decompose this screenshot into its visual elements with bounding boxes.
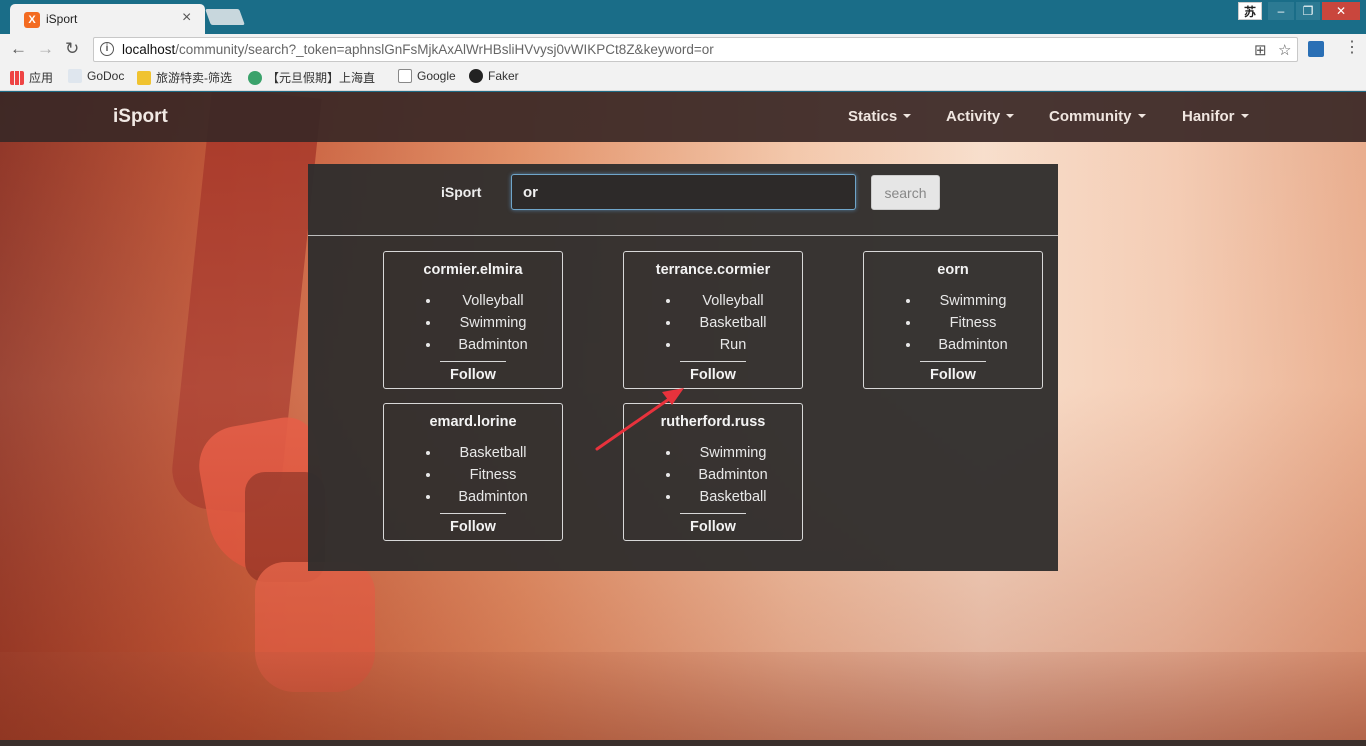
bookmark-holiday[interactable]: 【元旦假期】上海直 bbox=[248, 69, 375, 86]
xampp-favicon-icon: X bbox=[24, 12, 40, 28]
site-brand[interactable]: iSport bbox=[113, 106, 168, 128]
site-navbar: iSport Statics Activity Community Hanifo… bbox=[0, 92, 1366, 142]
forward-arrow-icon[interactable]: → bbox=[37, 39, 54, 59]
caret-down-icon bbox=[903, 114, 912, 118]
user-name[interactable]: cormier.elmira bbox=[384, 262, 562, 278]
user-name[interactable]: emard.lorine bbox=[384, 414, 562, 430]
new-tab-button[interactable] bbox=[205, 9, 245, 25]
sport-item: Swimming bbox=[384, 312, 562, 334]
sport-item: Swimming bbox=[864, 290, 1042, 312]
caret-down-icon bbox=[1240, 114, 1249, 118]
sport-list: Swimming Fitness Badminton bbox=[864, 290, 1042, 356]
sport-item: Run bbox=[624, 334, 802, 356]
tab-close-icon[interactable]: × bbox=[182, 9, 191, 27]
follow-button[interactable]: Follow bbox=[384, 367, 562, 383]
card-divider bbox=[680, 361, 746, 362]
search-brand-label: iSport bbox=[441, 184, 482, 200]
site-info-icon[interactable]: i bbox=[100, 42, 114, 56]
bookmark-google[interactable]: Google bbox=[398, 69, 456, 83]
godoc-icon bbox=[68, 69, 82, 83]
back-arrow-icon[interactable]: ← bbox=[10, 39, 27, 59]
nav-activity[interactable]: Activity bbox=[946, 108, 1015, 125]
user-name[interactable]: rutherford.russ bbox=[624, 414, 802, 430]
tab-title: iSport bbox=[46, 12, 78, 26]
sport-list: Volleyball Swimming Badminton bbox=[384, 290, 562, 356]
browser-toolbar: ← → ↻ i localhost/community/search?_toke… bbox=[0, 34, 1366, 64]
card-divider bbox=[440, 513, 506, 514]
restore-icon[interactable]: ❐ bbox=[1296, 2, 1320, 20]
travel-icon bbox=[137, 71, 151, 85]
follow-button[interactable]: Follow bbox=[864, 367, 1042, 383]
sport-item: Basketball bbox=[384, 442, 562, 464]
sport-item: Volleyball bbox=[624, 290, 802, 312]
nav-statics[interactable]: Statics bbox=[848, 108, 912, 125]
holiday-icon bbox=[248, 71, 262, 85]
nav-hanifor[interactable]: Hanifor bbox=[1182, 108, 1249, 125]
address-bar[interactable]: i localhost/community/search?_token=aphn… bbox=[93, 37, 1298, 62]
sport-item: Basketball bbox=[624, 312, 802, 334]
browser-menu-icon[interactable]: ⋮ bbox=[1344, 38, 1360, 58]
keyword-search-input[interactable] bbox=[511, 174, 856, 210]
sport-item: Fitness bbox=[384, 464, 562, 486]
sport-list: Volleyball Basketball Run bbox=[624, 290, 802, 356]
sport-list: Swimming Badminton Basketball bbox=[624, 442, 802, 508]
user-name[interactable]: eorn bbox=[864, 262, 1042, 278]
panel-divider bbox=[308, 235, 1058, 236]
minimize-icon[interactable]: – bbox=[1268, 2, 1294, 20]
bookmark-apps[interactable]: 应用 bbox=[10, 69, 53, 86]
user-card: rutherford.russ Swimming Badminton Baske… bbox=[623, 403, 803, 541]
follow-button[interactable]: Follow bbox=[624, 367, 802, 383]
translate-icon[interactable]: ⊞ bbox=[1254, 41, 1267, 59]
follow-button[interactable]: Follow bbox=[624, 519, 802, 535]
sport-list: Basketball Fitness Badminton bbox=[384, 442, 562, 508]
page-icon bbox=[398, 69, 412, 83]
bookmarks-bar: 应用 GoDoc 旅游特卖-筛选 【元旦假期】上海直 Google Faker bbox=[0, 64, 1366, 91]
bookmark-faker[interactable]: Faker bbox=[469, 69, 519, 83]
ime-indicator[interactable]: 苏 bbox=[1238, 2, 1262, 20]
browser-tabstrip: X iSport × 苏 – ❐ ✕ bbox=[0, 0, 1366, 34]
extension-icon[interactable] bbox=[1308, 41, 1324, 57]
card-divider bbox=[440, 361, 506, 362]
search-panel: iSport search cormier.elmira Volleyball … bbox=[308, 164, 1058, 571]
caret-down-icon bbox=[1006, 114, 1015, 118]
browser-tab[interactable]: X iSport × bbox=[10, 4, 205, 34]
sport-item: Badminton bbox=[864, 334, 1042, 356]
sport-item: Badminton bbox=[384, 334, 562, 356]
user-card: terrance.cormier Volleyball Basketball R… bbox=[623, 251, 803, 389]
url-text: localhost/community/search?_token=aphnsl… bbox=[122, 42, 714, 57]
sport-item: Badminton bbox=[384, 486, 562, 508]
bookmark-godoc[interactable]: GoDoc bbox=[68, 69, 124, 83]
caret-down-icon bbox=[1137, 114, 1146, 118]
github-icon bbox=[469, 69, 483, 83]
taskbar-strip bbox=[0, 740, 1366, 746]
apps-grid-icon bbox=[10, 71, 24, 85]
sport-item: Fitness bbox=[864, 312, 1042, 334]
window-close-icon[interactable]: ✕ bbox=[1322, 2, 1360, 20]
reload-icon[interactable]: ↻ bbox=[65, 39, 79, 59]
page-viewport: iSport Statics Activity Community Hanifo… bbox=[0, 92, 1366, 746]
card-divider bbox=[920, 361, 986, 362]
bookmark-star-icon[interactable]: ☆ bbox=[1278, 41, 1291, 59]
nav-community[interactable]: Community bbox=[1049, 108, 1146, 125]
user-name[interactable]: terrance.cormier bbox=[624, 262, 802, 278]
bookmark-travel[interactable]: 旅游特卖-筛选 bbox=[137, 69, 232, 86]
sport-item: Basketball bbox=[624, 486, 802, 508]
user-card: eorn Swimming Fitness Badminton Follow bbox=[863, 251, 1043, 389]
search-button[interactable]: search bbox=[871, 175, 940, 210]
sport-item: Volleyball bbox=[384, 290, 562, 312]
user-card: emard.lorine Basketball Fitness Badminto… bbox=[383, 403, 563, 541]
sport-item: Swimming bbox=[624, 442, 802, 464]
sport-item: Badminton bbox=[624, 464, 802, 486]
user-card: cormier.elmira Volleyball Swimming Badmi… bbox=[383, 251, 563, 389]
follow-button[interactable]: Follow bbox=[384, 519, 562, 535]
card-divider bbox=[680, 513, 746, 514]
